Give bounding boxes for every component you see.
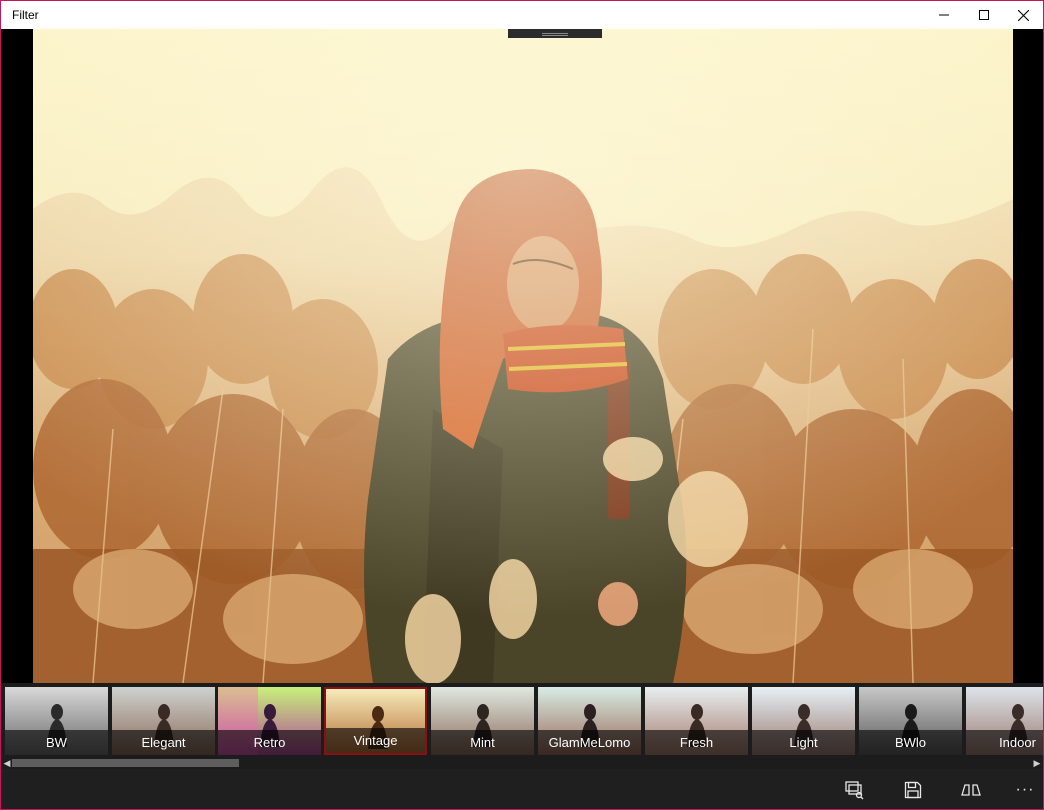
app-window: Filter BW Elegant Retro Vintage Mint Gla… xyxy=(0,0,1044,810)
command-bar: ··· xyxy=(1,769,1043,809)
filter-thumb-elegant[interactable]: Elegant xyxy=(112,687,215,755)
filter-label: Vintage xyxy=(326,728,425,753)
maximize-icon xyxy=(979,10,989,20)
close-button[interactable] xyxy=(1003,1,1043,29)
drag-handle[interactable] xyxy=(508,29,602,38)
filter-label: Retro xyxy=(218,730,321,755)
filter-label: Elegant xyxy=(112,730,215,755)
scroll-right-arrow-icon[interactable]: ▶ xyxy=(1031,757,1043,769)
filter-strip[interactable]: BW Elegant Retro Vintage Mint GlamMeLomo Fresh… xyxy=(1,683,1043,757)
title-bar[interactable]: Filter xyxy=(1,1,1043,29)
filter-label: Fresh xyxy=(645,730,748,755)
scrollbar-thumb[interactable] xyxy=(12,759,239,767)
filter-label: GlamMeLomo xyxy=(538,730,641,755)
filter-thumb-glammelomo[interactable]: GlamMeLomo xyxy=(538,687,641,755)
filter-label: Mint xyxy=(431,730,534,755)
filter-label: BW xyxy=(5,730,108,755)
close-icon xyxy=(1017,9,1029,21)
split-view-button[interactable] xyxy=(953,775,989,805)
save-button[interactable] xyxy=(895,775,931,805)
filter-thumb-vintage[interactable]: Vintage xyxy=(324,687,427,755)
filter-thumb-light[interactable]: Light xyxy=(752,687,855,755)
save-icon xyxy=(904,781,922,799)
filter-label: Light xyxy=(752,730,855,755)
compare-button[interactable] xyxy=(836,775,872,805)
window-title: Filter xyxy=(12,8,39,22)
photo-preview[interactable] xyxy=(33,29,1013,683)
more-options-button[interactable]: ··· xyxy=(1007,775,1043,805)
filter-thumb-retro[interactable]: Retro xyxy=(218,687,321,755)
maximize-button[interactable] xyxy=(964,1,1004,29)
horizontal-scrollbar[interactable]: ◀ ▶ xyxy=(1,757,1043,769)
filter-thumb-indoor[interactable]: Indoor xyxy=(966,687,1043,755)
grip-lines-icon xyxy=(542,33,568,34)
filter-label: BWlo xyxy=(859,730,962,755)
minimize-button[interactable] xyxy=(924,1,964,29)
filter-thumb-fresh[interactable]: Fresh xyxy=(645,687,748,755)
photo-canvas xyxy=(1,29,1043,683)
photo-image xyxy=(33,29,1013,683)
filter-thumb-bw[interactable]: BW xyxy=(5,687,108,755)
filter-label: Indoor xyxy=(966,730,1043,755)
minimize-icon xyxy=(939,14,949,16)
compare-icon xyxy=(845,781,864,800)
filter-thumb-bwlo[interactable]: BWlo xyxy=(859,687,962,755)
split-view-icon xyxy=(961,784,981,796)
filter-thumb-mint[interactable]: Mint xyxy=(431,687,534,755)
